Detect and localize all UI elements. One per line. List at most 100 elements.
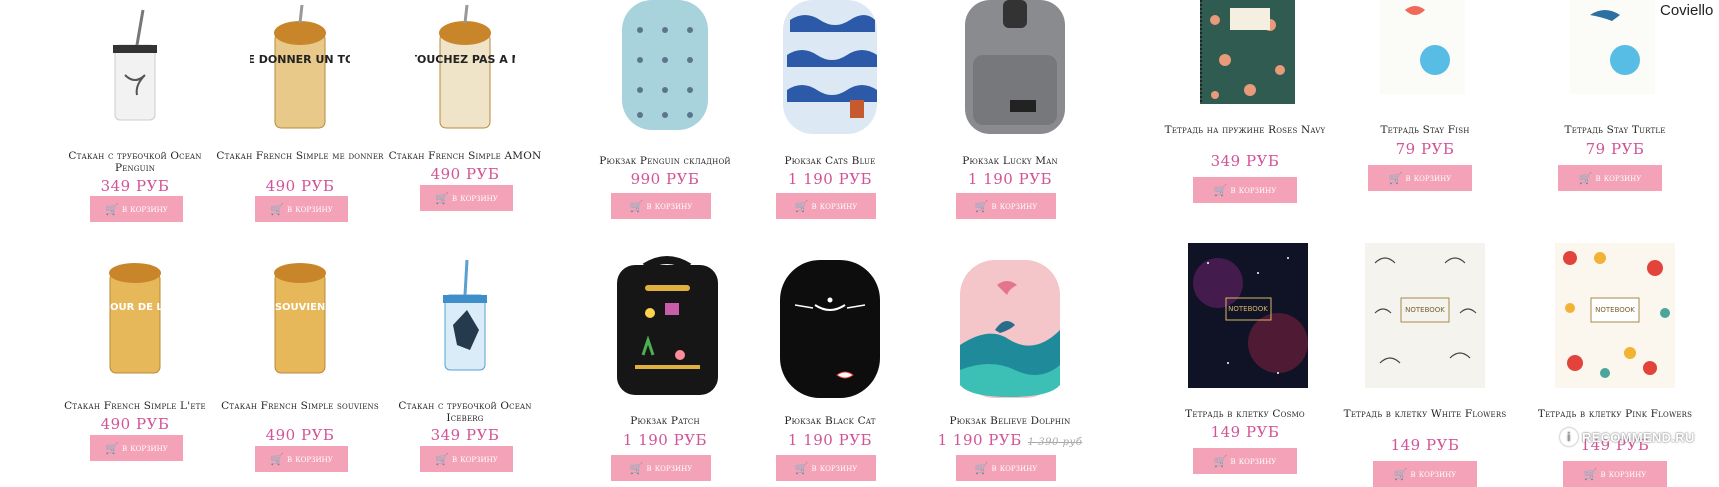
product-name[interactable]: Стакан с трубочкой Ocean Iceberg [380,400,550,424]
product-price: 1 190 РУБ [967,170,1053,188]
product-name[interactable]: Рюкзак Believe Dolphin [925,415,1095,427]
add-to-cart-button[interactable]: 🛒 в корзину [776,193,876,219]
add-to-cart-button[interactable]: 🛒 в корзину [1193,177,1297,203]
product-name[interactable]: Тетрадь в клетку White Flowers [1340,408,1510,420]
product-price: 490 РУБ [265,177,335,195]
product-price: 149 РУБ [1210,423,1280,441]
product-name[interactable]: Тетрадь в клетку Pink Flowers [1530,408,1700,420]
product-name[interactable]: Стакан French Simple me donner [215,150,385,162]
product-image[interactable]: NE TOUCHEZ PAS A MON [415,5,515,130]
product-image[interactable] [1375,0,1470,95]
add-to-cart-label: в корзину [646,462,693,474]
basket-icon: 🛒 [270,202,284,216]
product-image[interactable] [955,0,1075,135]
product-image[interactable] [85,5,185,130]
add-to-cart-button[interactable]: 🛒 в корзину [1558,165,1662,191]
product-price: 79 РУБ [1585,140,1645,158]
current-price: 1 190 РУБ [937,431,1022,449]
basket-icon: 🛒 [974,461,989,475]
product-price: 1 190 РУБ 1 390 руб [925,431,1095,449]
notebook-cover-text: NOTEBOOK [1405,306,1445,314]
basket-icon: 🛒 [794,461,809,475]
basket-icon: 🛒 [435,452,449,466]
product-price: 1 190 РУБ [622,431,708,449]
cup-print-text: AU COUR DE L'ETE [85,302,185,313]
basket-icon: 🛒 [974,199,989,213]
product-image[interactable] [610,0,720,135]
product-price: 1 190 РУБ [787,170,873,188]
add-to-cart-button[interactable]: 🛒 в корзину [255,446,348,472]
cup-print-text: NE TOUCHEZ PAS A MON [415,53,515,66]
add-to-cart-button[interactable]: 🛒 в корзину [776,455,876,481]
basket-icon: 🛒 [794,199,809,213]
product-name[interactable]: Рюкзак Cats Blue [745,155,915,167]
add-to-cart-label: в корзину [286,453,333,465]
product-name[interactable]: Тетрадь Stay Turtle [1530,124,1700,136]
add-to-cart-label: в корзину [1405,172,1452,184]
add-to-cart-button[interactable]: 🛒 в корзину [956,193,1056,219]
product-price: 490 РУБ [265,426,335,444]
add-to-cart-button[interactable]: 🛒 в корзину [420,185,513,211]
cup-print-text: JE ME SOUVIENS QUE [250,302,350,313]
product-name[interactable]: Тетрадь на пружине Roses Navy [1160,124,1330,136]
product-name[interactable]: Рюкзак Patch [580,415,750,427]
add-to-cart-button[interactable]: 🛒 в корзину [420,446,513,472]
product-image[interactable]: JE ME SOUVIENS QUE [250,255,350,380]
basket-icon: 🛒 [270,452,284,466]
basket-icon: 🛒 [1213,454,1228,468]
add-to-cart-button[interactable]: 🛒 в корзину [255,196,348,222]
add-to-cart-label: в корзину [991,200,1038,212]
notebook-cover-text: NOTEBOOK [1595,306,1635,314]
product-price: 990 РУБ [630,170,700,188]
product-name[interactable]: Стакан French Simple L'ete [50,400,220,412]
product-name[interactable]: Рюкзак Lucky Man [925,155,1095,167]
recommend-logo-icon: i [1560,428,1578,446]
product-image[interactable]: ME DONNER UN TON [250,5,350,130]
product-image[interactable]: NOTEBOOK [1188,243,1308,388]
basket-icon: 🛒 [629,461,644,475]
product-name[interactable]: Рюкзак Black Cat [745,415,915,427]
add-to-cart-button[interactable]: 🛒 в корзину [611,455,711,481]
product-name[interactable]: Стакан French Simple AMON [380,150,550,162]
cup-print-text: ME DONNER UN TON [250,53,350,66]
add-to-cart-label: в корзину [121,442,168,454]
add-to-cart-button[interactable]: 🛒 в корзину [1193,448,1297,474]
product-image[interactable] [775,0,885,135]
product-image[interactable]: NOTEBOOK [1365,243,1485,388]
watermark: i RECOMMEND.RU [1560,428,1695,446]
notebooks-section: Тетрадь на пружине Roses Navy 349 РУБ 🛒 в… [1130,0,1719,487]
product-name[interactable]: Тетрадь в клетку Cosmo [1160,408,1330,420]
product-image[interactable] [1195,0,1300,105]
product-image[interactable] [605,255,730,400]
cups-section: Стакан с трубочкой Ocean Penguin 349 РУБ… [20,0,560,472]
product-image[interactable] [415,255,515,380]
product-image[interactable] [955,260,1065,400]
product-image[interactable]: NOTEBOOK [1555,243,1675,388]
product-name[interactable]: Стакан French Simple souviens [215,400,385,412]
add-to-cart-button[interactable]: 🛒 в корзину [90,435,183,461]
product-price: 349 РУБ [430,426,500,444]
product-image[interactable] [1565,0,1660,95]
product-image[interactable] [775,260,885,400]
add-to-cart-button[interactable]: 🛒 в корзину [1368,165,1472,191]
add-to-cart-label: в корзину [286,203,333,215]
product-name[interactable]: Тетрадь Stay Fish [1340,124,1510,136]
product-name[interactable]: Стакан с трубочкой Ocean Penguin [50,150,220,174]
basket-icon: 🛒 [1388,171,1403,185]
product-price: 149 РУБ [1390,436,1460,454]
product-price: 79 РУБ [1395,140,1455,158]
add-to-cart-label: в корзину [451,453,498,465]
product-image[interactable]: AU COUR DE L'ETE [85,255,185,380]
add-to-cart-button[interactable]: 🛒 в корзину [956,455,1056,481]
product-name[interactable]: Рюкзак Penguin складной [580,155,750,167]
basket-icon: 🛒 [105,202,119,216]
add-to-cart-label: в корзину [1595,172,1642,184]
add-to-cart-button[interactable]: 🛒 в корзину [611,193,711,219]
add-to-cart-label: в корзину [1600,468,1647,480]
basket-icon: 🛒 [1213,183,1228,197]
product-price: 490 РУБ [100,415,170,433]
basket-icon: 🛒 [1578,171,1593,185]
add-to-cart-button[interactable]: 🛒 в корзину [90,196,183,222]
product-price: 1 190 РУБ [787,431,873,449]
add-to-cart-label: в корзину [811,462,858,474]
